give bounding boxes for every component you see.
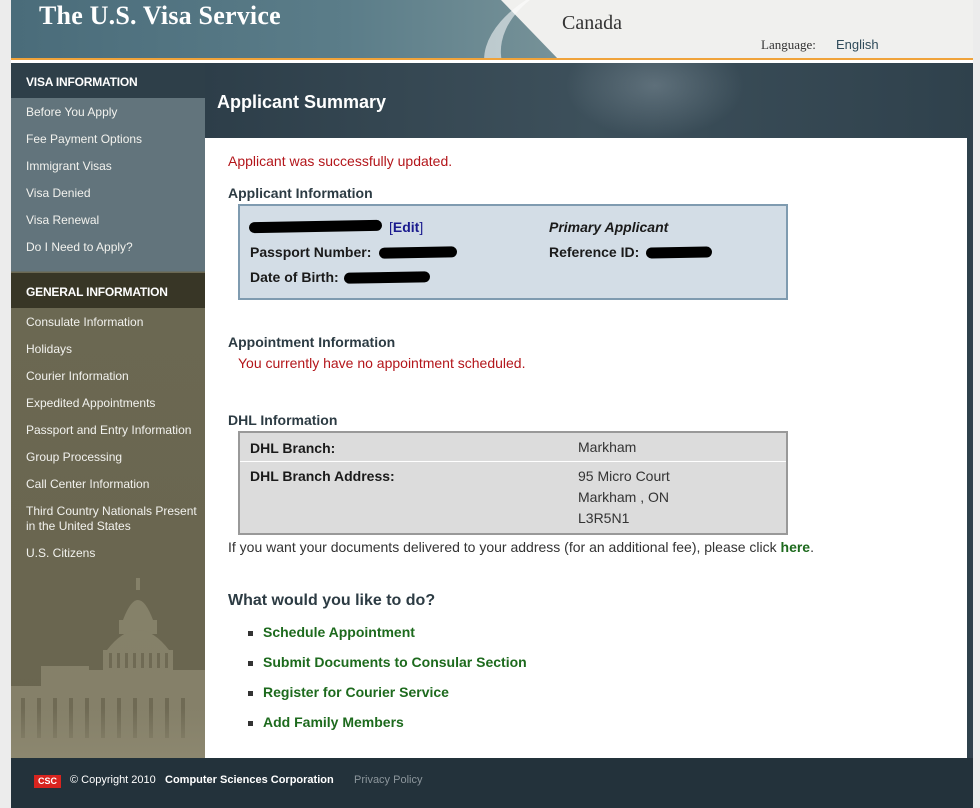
content-right-border	[967, 138, 973, 758]
sidebar-item-before-you-apply[interactable]: Before You Apply	[11, 99, 205, 126]
dhl-address-line: 95 Micro Court	[578, 468, 670, 484]
date-of-birth-label: Date of Birth:	[250, 269, 339, 285]
dhl-branch-label: DHL Branch:	[250, 440, 336, 456]
sidebar-general-list: Consulate Information Holidays Courier I…	[11, 308, 205, 567]
sidebar-item-fee-payment[interactable]: Fee Payment Options	[11, 126, 205, 153]
sidebar-item-courier-info[interactable]: Courier Information	[11, 363, 205, 390]
site-header: The U.S. Visa Service Canada Language: E…	[11, 0, 973, 60]
language-label: Language:	[761, 37, 816, 52]
language-selector[interactable]: English	[836, 37, 879, 52]
csc-logo: CSC	[34, 775, 61, 788]
sidebar-item-holidays[interactable]: Holidays	[11, 336, 205, 363]
dhl-address-line: Markham , ON	[578, 489, 670, 505]
delivery-note: If you want your documents delivered to …	[228, 539, 814, 555]
site-title[interactable]: The U.S. Visa Service	[39, 1, 281, 31]
header-divider	[11, 58, 973, 60]
dhl-address-value: 95 Micro Court Markham , ON L3R5N1	[578, 466, 670, 529]
register-courier-link[interactable]: Register for Courier Service	[248, 684, 527, 714]
applicant-info-box: [Edit] Primary Applicant Passport Number…	[238, 204, 788, 300]
passport-number-label: Passport Number:	[250, 244, 372, 260]
main-content: Applicant was successfully updated. Appl…	[205, 138, 967, 758]
sidebar-item-group-processing[interactable]: Group Processing	[11, 444, 205, 471]
sidebar-item-immigrant-visas[interactable]: Immigrant Visas	[11, 153, 205, 180]
page-title: Applicant Summary	[217, 92, 387, 112]
dhl-address-label: DHL Branch Address:	[250, 468, 395, 484]
sidebar-item-call-center[interactable]: Call Center Information	[11, 471, 205, 498]
sidebar-item-visa-denied[interactable]: Visa Denied	[11, 180, 205, 207]
sidebar-item-consulate-info[interactable]: Consulate Information	[11, 309, 205, 336]
privacy-policy-link[interactable]: Privacy Policy	[354, 774, 422, 786]
primary-applicant-label: Primary Applicant	[549, 219, 669, 235]
company-name: Computer Sciences Corporation	[165, 774, 334, 786]
no-appointment-message: You currently have no appointment schedu…	[238, 355, 526, 371]
sidebar-heading-visa: VISA INFORMATION	[11, 63, 205, 98]
actions-list: Schedule Appointment Submit Documents to…	[248, 624, 527, 744]
page: The U.S. Visa Service Canada Language: E…	[11, 0, 973, 808]
sidebar-item-expedited-appointments[interactable]: Expedited Appointments	[11, 390, 205, 417]
edit-link[interactable]: [Edit]	[389, 219, 423, 235]
dhl-info-box: DHL Branch: Markham DHL Branch Address: …	[238, 431, 788, 535]
sidebar-visa-list: Before You Apply Fee Payment Options Imm…	[11, 98, 205, 273]
delivery-here-link[interactable]: here	[781, 539, 811, 555]
appointment-section-title: Appointment Information	[228, 334, 396, 350]
sidebar: VISA INFORMATION Before You Apply Fee Pa…	[11, 63, 205, 758]
redacted-reference-id	[645, 246, 713, 259]
country-label: Canada	[562, 12, 622, 34]
redacted-passport-number	[378, 246, 458, 259]
redacted-name	[248, 219, 383, 234]
sidebar-item-passport-entry[interactable]: Passport and Entry Information	[11, 417, 205, 444]
reference-id-label: Reference ID:	[549, 244, 640, 260]
submit-documents-link[interactable]: Submit Documents to Consular Section	[248, 654, 527, 684]
sidebar-item-third-country[interactable]: Third Country Nationals Present in the U…	[11, 498, 205, 540]
success-message: Applicant was successfully updated.	[228, 153, 453, 169]
sidebar-heading-general: GENERAL INFORMATION	[11, 273, 205, 308]
dhl-address-line: L3R5N1	[578, 510, 630, 526]
capitol-building-image	[11, 578, 205, 758]
copyright-text: © Copyright 2010	[70, 774, 156, 786]
sidebar-item-need-to-apply[interactable]: Do I Need to Apply?	[11, 234, 205, 261]
dhl-branch-value: Markham	[578, 439, 637, 455]
add-family-members-link[interactable]: Add Family Members	[248, 714, 527, 744]
sidebar-item-visa-renewal[interactable]: Visa Renewal	[11, 207, 205, 234]
actions-title: What would you like to do?	[228, 592, 436, 609]
site-footer: CSC © Copyright 2010 Computer Sciences C…	[11, 758, 973, 808]
edit-link-label[interactable]: Edit	[393, 219, 419, 235]
redacted-date-of-birth	[343, 271, 431, 284]
applicant-section-title: Applicant Information	[228, 185, 373, 201]
content-header: Applicant Summary	[205, 63, 973, 138]
dhl-section-title: DHL Information	[228, 412, 338, 428]
schedule-appointment-link[interactable]: Schedule Appointment	[248, 624, 527, 654]
